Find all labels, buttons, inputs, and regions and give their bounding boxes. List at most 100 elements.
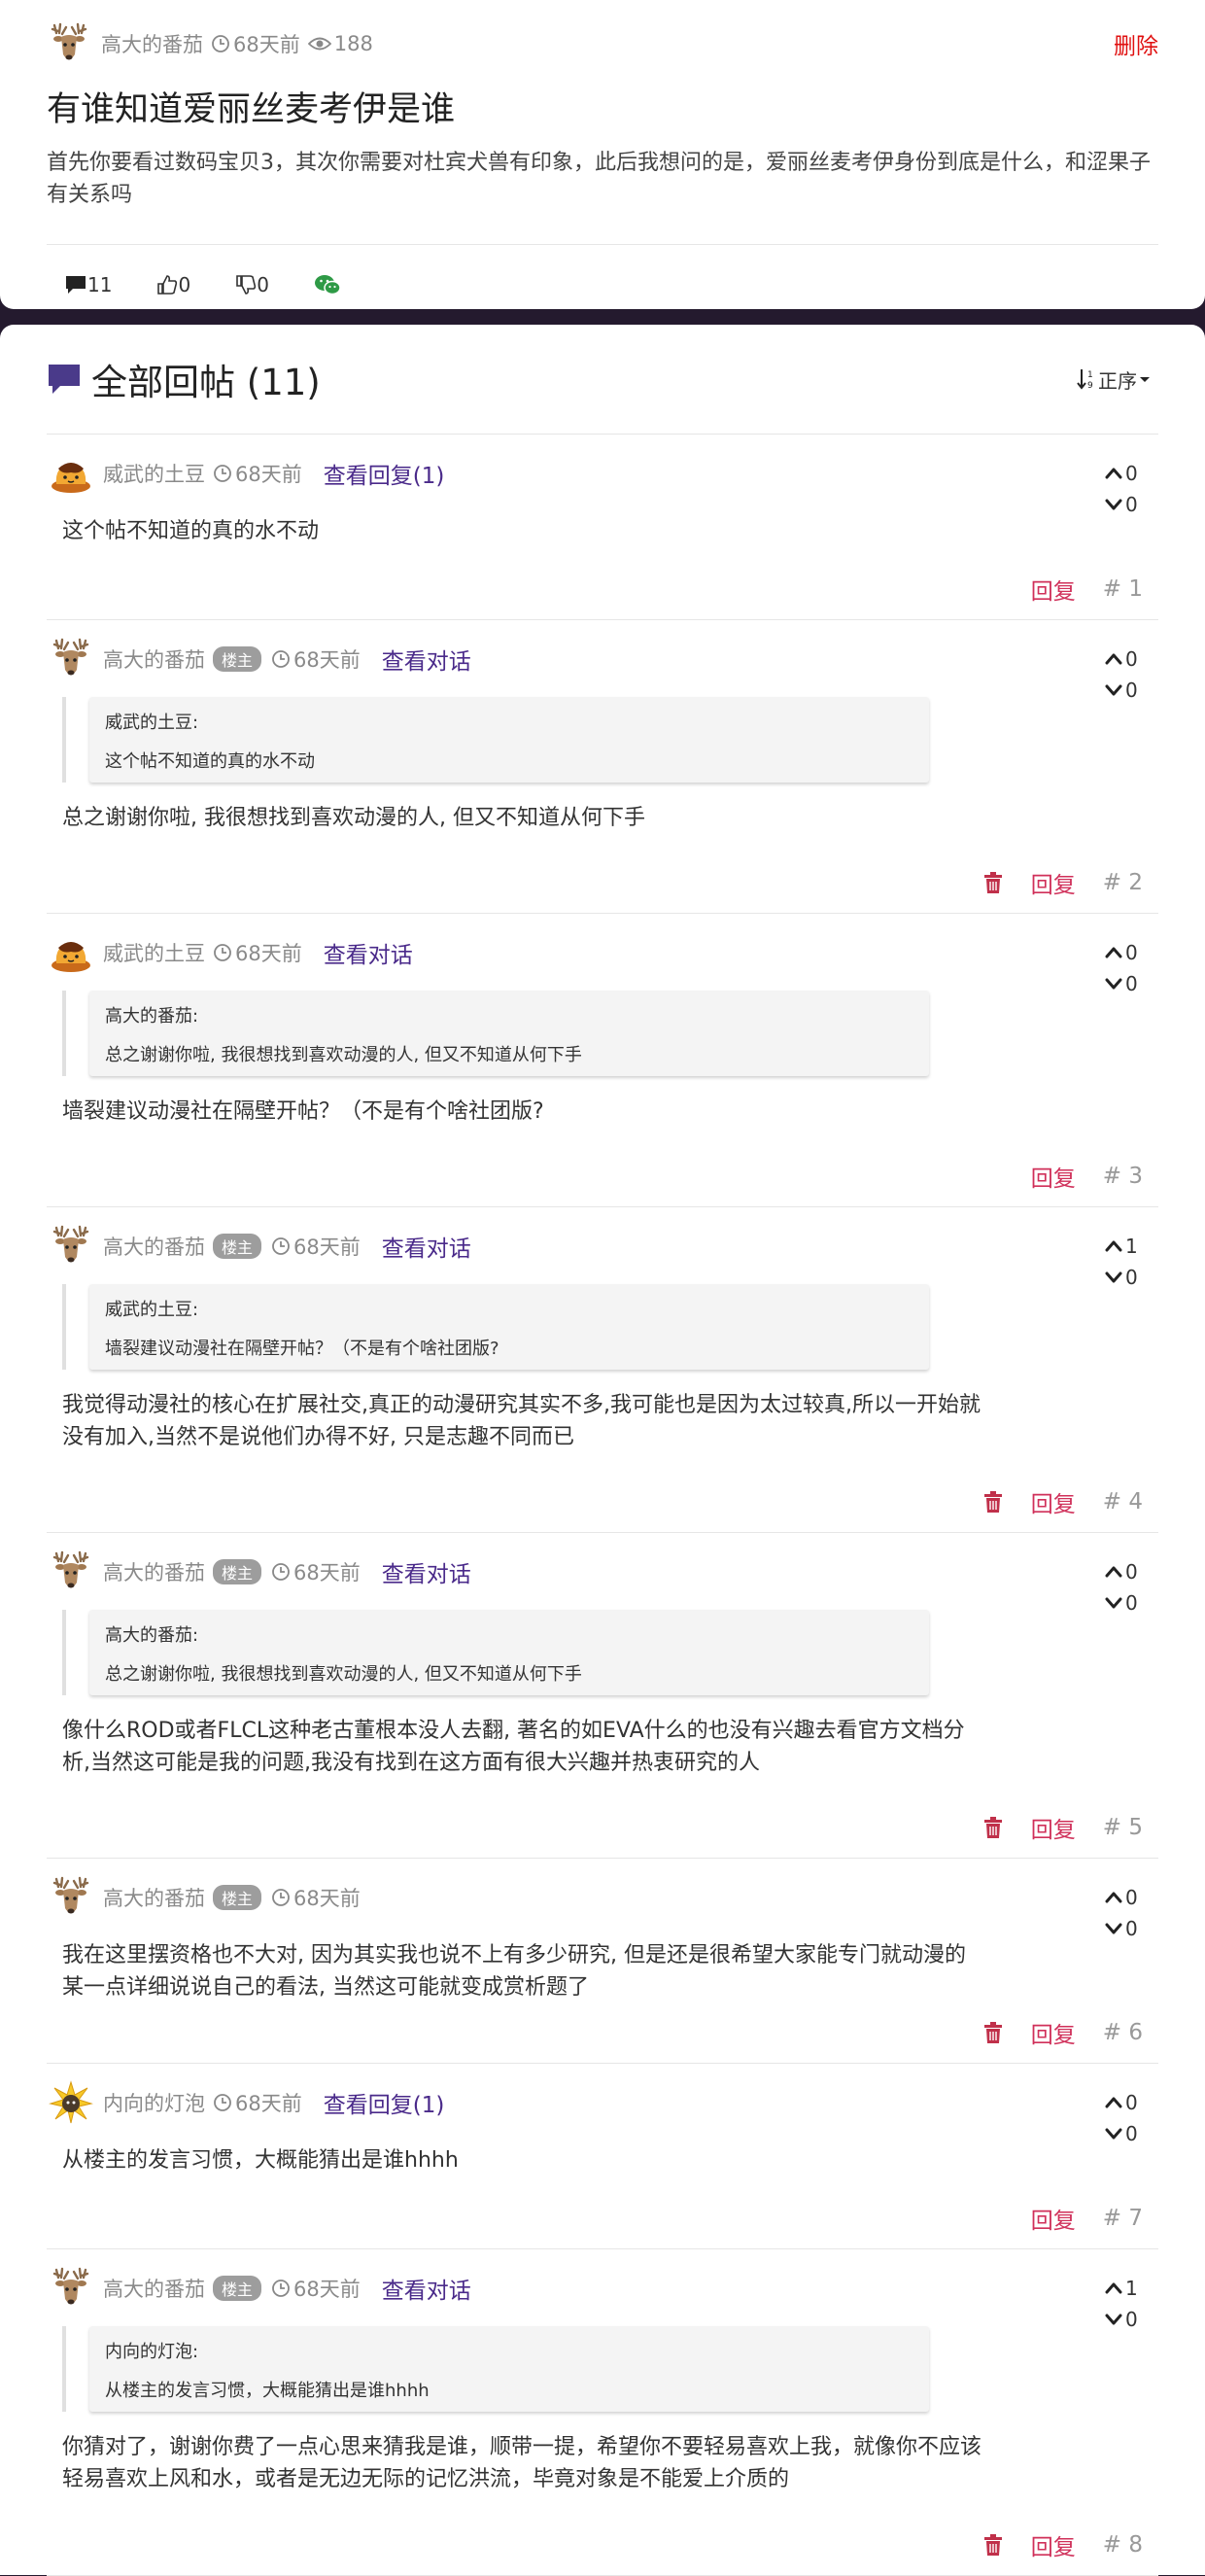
chevron-down-icon — [1104, 2310, 1123, 2329]
reply-button[interactable]: 回复 — [1031, 1160, 1076, 1193]
author-name[interactable]: 威武的土豆 — [103, 938, 205, 967]
view-thread-link[interactable]: 查看对话 — [382, 1230, 471, 1263]
reply-meta: 威武的土豆 68天前 查看对话 — [49, 914, 1158, 975]
trash-icon[interactable] — [982, 2533, 1004, 2557]
chevron-down-icon — [1104, 495, 1123, 514]
comment-icon — [66, 276, 86, 294]
reply-meta: 内向的灯泡 68天前 查看回复(1) — [49, 2064, 1158, 2125]
dislike-count: 0 — [257, 273, 269, 296]
trash-icon[interactable] — [982, 1490, 1004, 1514]
reply-item: 内向的灯泡 68天前 查看回复(1) 0 0 从楼主的发言习惯，大概能猜出是谁hhhh 回复… — [47, 2064, 1158, 2249]
op-badge: 楼主 — [213, 1234, 262, 1259]
post-header: 高大的番茄 68天前 188 删除 — [47, 0, 1158, 66]
like-button[interactable]: 0 — [156, 273, 190, 296]
deer-avatar[interactable] — [49, 637, 93, 681]
deer-avatar[interactable] — [49, 1224, 93, 1269]
reply-button[interactable]: 回复 — [1031, 866, 1076, 899]
downvote-button[interactable]: 0 — [1104, 2304, 1143, 2335]
upvote-button[interactable]: 0 — [1104, 458, 1143, 489]
reply-item: 高大的番茄 楼主 68天前 查看对话 0 0 威武的土豆: 这个帖不知道的真的水不动 总之谢谢你… — [47, 620, 1158, 914]
upvote-button[interactable]: 0 — [1104, 644, 1143, 675]
bulb-avatar[interactable] — [49, 2080, 93, 2125]
quote-block: 内向的灯泡: 从楼主的发言习惯，大概能猜出是谁hhhh — [62, 2326, 929, 2412]
upvote-button[interactable]: 0 — [1104, 1556, 1143, 1587]
downvote-button[interactable]: 0 — [1104, 1587, 1143, 1619]
trash-icon[interactable] — [982, 1816, 1004, 1839]
floor-number: # 5 — [1102, 1815, 1143, 1840]
reply-item: 高大的番茄 楼主 68天前 0 0 我在这里摆资格也不大对, 因为其实我也说不上有多少研究… — [47, 1859, 1158, 2064]
upvote-count: 0 — [1125, 1560, 1138, 1584]
trash-icon[interactable] — [982, 871, 1004, 894]
deer-avatar[interactable] — [49, 1875, 93, 1920]
chevron-down-icon — [1104, 2124, 1123, 2143]
reply-button[interactable]: 回复 — [1031, 1811, 1076, 1844]
vote-box: 00 — [1104, 2087, 1143, 2149]
pudding-avatar[interactable] — [49, 451, 93, 496]
author-name[interactable]: 内向的灯泡 — [103, 2088, 205, 2117]
floor-number: # 4 — [1102, 1489, 1143, 1514]
view-thread-link[interactable]: 查看回复(1) — [324, 457, 445, 490]
downvote-button[interactable]: 0 — [1104, 2118, 1143, 2149]
post-actions: 11 0 0 — [47, 245, 1158, 325]
reply-button[interactable]: 回复 — [1031, 1485, 1076, 1518]
reply-footer: 回复 # 4 — [982, 1485, 1143, 1518]
pudding-avatar[interactable] — [49, 930, 93, 975]
view-thread-link[interactable]: 查看回复(1) — [324, 2086, 445, 2119]
chevron-up-icon — [1104, 2093, 1123, 2112]
author-name[interactable]: 高大的番茄 — [103, 644, 205, 674]
chevron-up-icon — [1104, 943, 1123, 962]
upvote-button[interactable]: 0 — [1104, 1882, 1143, 1913]
downvote-button[interactable]: 0 — [1104, 968, 1143, 999]
author-name[interactable]: 高大的番茄 — [103, 1232, 205, 1261]
vote-box: 10 — [1104, 2273, 1143, 2335]
reply-button[interactable]: 回复 — [1031, 2528, 1076, 2561]
upvote-count: 1 — [1125, 1235, 1138, 1258]
vote-box: 10 — [1104, 1231, 1143, 1293]
downvote-button[interactable]: 0 — [1104, 1262, 1143, 1293]
upvote-button[interactable]: 0 — [1104, 937, 1143, 968]
author-name[interactable]: 高大的番茄 — [103, 2274, 205, 2303]
upvote-button[interactable]: 0 — [1104, 2087, 1143, 2118]
reply-meta: 高大的番茄 楼主 68天前 查看对话 — [49, 1207, 1158, 1269]
author-name[interactable]: 高大的番茄 — [103, 1883, 205, 1912]
downvote-button[interactable]: 0 — [1104, 675, 1143, 706]
author-name[interactable]: 高大的番茄 — [101, 29, 203, 58]
author-name[interactable]: 高大的番茄 — [103, 1557, 205, 1586]
deer-avatar[interactable] — [49, 2266, 93, 2311]
downvote-button[interactable]: 0 — [1104, 1913, 1143, 1944]
reply-button[interactable]: 回复 — [1031, 2016, 1076, 2049]
reply-button[interactable]: 回复 — [1031, 573, 1076, 606]
trash-icon[interactable] — [982, 2021, 1004, 2044]
time-stamp: 68天前 — [271, 2274, 361, 2303]
delete-button[interactable]: 删除 — [1114, 27, 1158, 60]
reply-button[interactable]: 回复 — [1031, 2202, 1076, 2235]
deer-avatar[interactable] — [49, 1549, 93, 1594]
post-title: 有谁知道爱丽丝麦考伊是谁 — [47, 90, 456, 129]
view-thread-link[interactable]: 查看对话 — [382, 1555, 471, 1588]
wechat-share-button[interactable] — [314, 273, 341, 296]
comment-button[interactable]: 11 — [64, 273, 112, 296]
chevron-up-icon — [1104, 1888, 1123, 1907]
time-text: 68天前 — [293, 1236, 361, 1259]
thumbs-up-icon — [157, 275, 178, 295]
floor-number: # 2 — [1102, 870, 1143, 895]
reply-footer: 回复 # 6 — [982, 2016, 1143, 2049]
reply-footer: 回复 # 1 — [1031, 573, 1143, 606]
sort-dropdown[interactable]: 1 9 正序 — [1077, 366, 1153, 394]
quote-author: 威武的土豆: — [105, 1300, 199, 1320]
author-name[interactable]: 威武的土豆 — [103, 459, 205, 488]
view-thread-link[interactable]: 查看对话 — [382, 643, 471, 676]
quote-box: 高大的番茄: 总之谢谢你啦, 我很想找到喜欢动漫的人, 但又不知道从何下手 — [89, 1610, 929, 1695]
upvote-button[interactable]: 1 — [1104, 1231, 1143, 1262]
dislike-button[interactable]: 0 — [235, 273, 269, 296]
quote-box: 威武的土豆: 这个帖不知道的真的水不动 — [89, 697, 929, 783]
downvote-count: 0 — [1125, 493, 1138, 516]
downvote-button[interactable]: 0 — [1104, 489, 1143, 520]
view-thread-link[interactable]: 查看对话 — [382, 2272, 471, 2305]
upvote-button[interactable]: 1 — [1104, 2273, 1143, 2304]
time-text: 68天前 — [235, 2092, 302, 2115]
downvote-count: 0 — [1125, 679, 1138, 702]
clock-icon — [271, 1562, 291, 1582]
view-thread-link[interactable]: 查看对话 — [324, 936, 413, 969]
author-avatar[interactable] — [47, 21, 91, 66]
